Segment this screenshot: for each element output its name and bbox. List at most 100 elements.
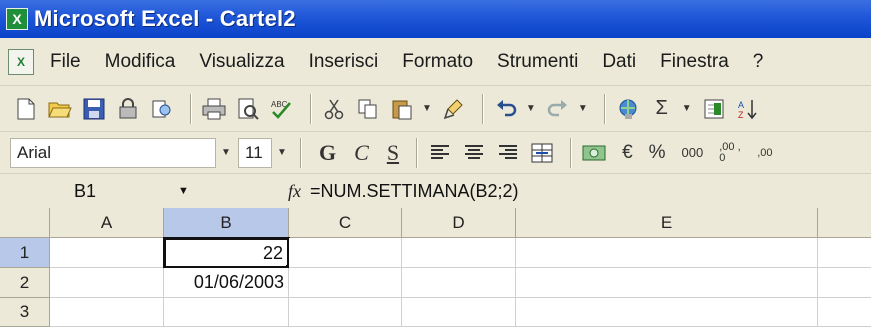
undo-dropdown-icon[interactable]: ▼ [526,103,536,114]
hyperlink-icon[interactable] [614,95,642,123]
copy-icon[interactable] [354,95,382,123]
format-painter-icon[interactable] [440,95,468,123]
toolbar-separator [570,137,573,168]
redo-icon[interactable] [544,95,572,123]
align-left-icon[interactable] [426,139,454,167]
window-title: Microsoft Excel - Cartel2 [34,6,296,31]
cell-b3[interactable] [164,298,289,327]
cell-d2[interactable] [402,268,516,298]
print-icon[interactable] [200,95,228,123]
menu-visualizza[interactable]: Visualizza [199,51,284,73]
column-header-a[interactable]: A [50,208,164,238]
cell-d3[interactable] [402,298,516,327]
svg-text:A: A [738,100,744,110]
align-right-icon[interactable] [494,139,522,167]
row-header-1[interactable]: 1 [0,238,50,268]
cell-e2[interactable] [516,268,818,298]
cell-f2[interactable] [818,268,871,298]
cell-d1[interactable] [402,238,516,268]
print-preview-icon[interactable] [234,95,262,123]
font-name-dropdown-icon[interactable]: ▼ [216,137,236,168]
cell-a1[interactable] [50,238,164,268]
euro-button[interactable]: € [622,142,633,164]
bold-button[interactable]: G [319,140,336,166]
column-header-c[interactable]: C [289,208,402,238]
merge-center-icon[interactable] [528,139,556,167]
font-name-select[interactable]: Arial [10,137,216,168]
name-box-value: B1 [74,180,97,201]
cell-b1[interactable]: 22 [163,237,290,269]
toolbar-separator [190,93,192,124]
menu-strumenti[interactable]: Strumenti [497,51,578,73]
column-header-d[interactable]: D [402,208,516,238]
underline-button[interactable]: S [387,140,399,166]
cell-c2[interactable] [289,268,402,298]
spelling-icon[interactable]: ABC [268,95,296,123]
redo-dropdown-icon[interactable]: ▼ [578,103,588,114]
function-icon[interactable] [700,95,728,123]
cell-c1[interactable] [289,238,402,268]
menu-formato[interactable]: Formato [402,51,473,73]
cut-icon[interactable] [320,95,348,123]
font-size-dropdown-icon[interactable]: ▼ [272,137,292,168]
percent-button[interactable]: % [649,142,666,164]
align-center-icon[interactable] [460,139,488,167]
formatting-toolbar: Arial ▼ 11 ▼ G C S € % 000 ,00 ,0 ,00 [0,132,871,174]
cell-b2[interactable]: 01/06/2003 [164,268,289,298]
new-icon[interactable] [12,95,40,123]
decrease-decimal-button[interactable]: ,00 [757,147,772,159]
italic-button[interactable]: C [354,140,369,166]
row-header-3[interactable]: 3 [0,298,50,327]
font-size-select[interactable]: 11 [238,137,272,168]
increase-decimal-button[interactable]: ,00 ,0 [719,141,741,164]
svg-text:Z: Z [738,110,744,120]
cell-a2[interactable] [50,268,164,298]
menu-modifica[interactable]: Modifica [105,51,176,73]
research-icon[interactable] [148,95,176,123]
menu-bar: X File Modifica Visualizza Inserisci For… [0,38,871,86]
undo-icon[interactable] [492,95,520,123]
permission-icon[interactable] [114,95,142,123]
row-header-2[interactable]: 2 [0,268,50,298]
menu-finestra[interactable]: Finestra [660,51,729,73]
worksheet-grid[interactable]: A B C D E 1 2 3 22 01/06/2003 [0,208,871,327]
sort-ascending-icon[interactable]: AZ [734,95,762,123]
menu-help[interactable]: ? [753,51,764,73]
name-box-dropdown-icon[interactable]: ▼ [178,185,189,197]
column-header-e[interactable]: E [516,208,818,238]
column-header-f[interactable] [818,208,871,238]
column-header-b[interactable]: B [164,208,289,238]
thousands-button[interactable]: 000 [682,145,704,160]
menu-dati[interactable]: Dati [602,51,636,73]
cell-f1[interactable] [818,238,871,268]
excel-icon[interactable]: X [6,8,28,30]
title-bar: X Microsoft Excel - Cartel2 [0,0,871,38]
toolbar-separator [300,137,302,168]
menu-inserisci[interactable]: Inserisci [309,51,379,73]
cell-f3[interactable] [818,298,871,327]
standard-toolbar: ABC ▼ ▼ ▼ Σ ▼ AZ [0,86,871,132]
formula-input[interactable]: =NUM.SETTIMANA(B2;2) [310,181,519,202]
toolbar-separator [481,93,484,124]
cell-e1[interactable] [516,238,818,268]
font-name-value: Arial [17,142,52,162]
open-icon[interactable] [46,95,74,123]
cell-e3[interactable] [516,298,818,327]
toolbar-separator [416,137,419,168]
save-icon[interactable] [80,95,108,123]
toolbar-separator [310,93,312,124]
cell-c3[interactable] [289,298,402,327]
insert-function-icon[interactable]: fx [288,181,301,202]
cell-a3[interactable] [50,298,164,327]
paste-icon[interactable] [388,95,416,123]
select-all-corner[interactable] [0,208,50,238]
autosum-icon[interactable]: Σ [648,95,676,123]
currency-icon[interactable] [580,139,608,167]
workbook-icon[interactable]: X [8,48,34,75]
paste-dropdown-icon[interactable]: ▼ [422,103,432,114]
autosum-dropdown-icon[interactable]: ▼ [682,103,692,114]
name-box[interactable]: B1 ▼ [0,174,205,208]
menu-file[interactable]: File [50,51,81,73]
font-size-value: 11 [245,142,263,162]
formula-bar: B1 ▼ fx =NUM.SETTIMANA(B2;2) [0,174,871,208]
